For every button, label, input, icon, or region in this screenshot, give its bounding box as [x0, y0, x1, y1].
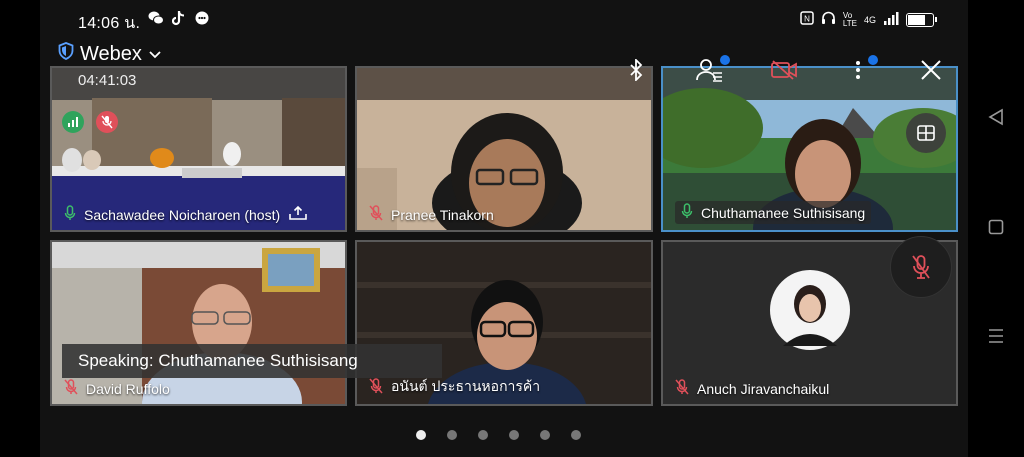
4g-icon: 4G: [863, 14, 876, 25]
participant-tile-david[interactable]: David Ruffolo: [50, 240, 347, 406]
svg-text:N: N: [804, 15, 810, 24]
back-button[interactable]: [988, 108, 1004, 131]
participant-name-row: Pranee Tinakorn: [369, 205, 494, 224]
app-name: Webex: [80, 42, 142, 65]
microphone-icon: [64, 205, 76, 224]
page-indicator[interactable]: [416, 430, 581, 440]
video-toggle-button[interactable]: [766, 54, 802, 86]
home-square-icon: [988, 219, 1004, 235]
app-title[interactable]: Webex: [58, 42, 162, 66]
tiktok-icon: [171, 10, 186, 30]
participant-name: Chuthamanee Suthisisang: [701, 204, 866, 221]
participant-name-row: อนันต์ ประธานหอการค้า: [369, 376, 540, 398]
participant-name: อนันต์ ประธานหอการค้า: [391, 378, 541, 394]
video-off-icon: [771, 60, 797, 80]
mic-muted-icon: [675, 379, 689, 398]
participant-name-row: Chuthamanee Suthisisang: [675, 201, 872, 224]
speaking-banner: Speaking: Chuthamanee Suthisisang: [62, 344, 442, 378]
recents-button[interactable]: [988, 328, 1004, 349]
microphone-icon: [681, 203, 693, 222]
status-time: 14:06 น.: [78, 15, 141, 32]
participant-tile-sachawadee[interactable]: Sachawadee Noicharoen (host): [50, 66, 347, 232]
page-dot[interactable]: [447, 430, 457, 440]
chat-bubble-icon: [194, 10, 210, 30]
share-icon[interactable]: [288, 205, 308, 224]
participant-name-row: Anuch Jiravanchaikul: [675, 379, 829, 398]
mic-muted-icon: [912, 255, 930, 279]
more-vertical-icon: [856, 61, 860, 79]
layout-button[interactable]: [906, 113, 946, 153]
shield-icon: [58, 42, 74, 66]
participant-name-row: David Ruffolo: [64, 379, 170, 398]
participant-name: David Ruffolo: [86, 380, 170, 397]
back-triangle-icon: [988, 108, 1003, 126]
page-dot[interactable]: [509, 430, 519, 440]
close-button[interactable]: [913, 54, 949, 86]
volte-icon: Vo LTE: [842, 10, 857, 28]
participant-tile-pranee[interactable]: Pranee Tinakorn: [355, 66, 653, 232]
mic-muted-icon: [64, 379, 78, 398]
mute-toggle-button[interactable]: [890, 236, 952, 298]
close-icon: [921, 60, 941, 80]
mic-muted-icon: [369, 377, 383, 397]
menu-lines-icon: [989, 329, 1003, 343]
system-nav-bar: [968, 0, 1024, 457]
nfc-icon: N: [800, 11, 814, 28]
participant-name-row: Sachawadee Noicharoen (host): [64, 205, 308, 224]
participant-name: Anuch Jiravanchaikul: [697, 380, 830, 397]
self-mute-button[interactable]: [96, 111, 118, 133]
home-button[interactable]: [988, 219, 1004, 240]
audio-level-button[interactable]: [62, 111, 84, 133]
wechat-icon: [148, 10, 164, 30]
meeting-timer: 04:41:03: [78, 72, 137, 89]
mic-muted-icon: [101, 115, 113, 129]
page-dot[interactable]: [478, 430, 488, 440]
status-bar: 14:06 น. N Vo LTE 4G: [40, 0, 968, 38]
headphones-icon: [821, 11, 836, 28]
bluetooth-button[interactable]: [618, 54, 654, 86]
signal-bars-icon: [68, 117, 78, 127]
page-dot[interactable]: [571, 430, 581, 440]
participant-name: Pranee Tinakorn: [391, 206, 494, 223]
page-dot[interactable]: [540, 430, 550, 440]
bluetooth-icon: [630, 59, 643, 81]
more-options-button[interactable]: [840, 54, 878, 86]
grid-layout-icon: [917, 125, 935, 141]
notification-dot: [868, 55, 878, 65]
signal-icon: [883, 11, 899, 28]
chevron-down-icon: [148, 43, 162, 66]
participant-name: Sachawadee Noicharoen (host): [84, 206, 281, 223]
mic-muted-icon: [369, 205, 383, 224]
page-dot[interactable]: [416, 430, 426, 440]
notification-dot: [720, 55, 730, 65]
participant-tile-anan[interactable]: อนันต์ ประธานหอการค้า: [355, 240, 653, 406]
webex-app: 14:06 น. N Vo LTE 4G Webex Sachawadee No…: [40, 0, 968, 457]
participants-button[interactable]: [692, 54, 730, 86]
battery-icon: [906, 12, 937, 27]
